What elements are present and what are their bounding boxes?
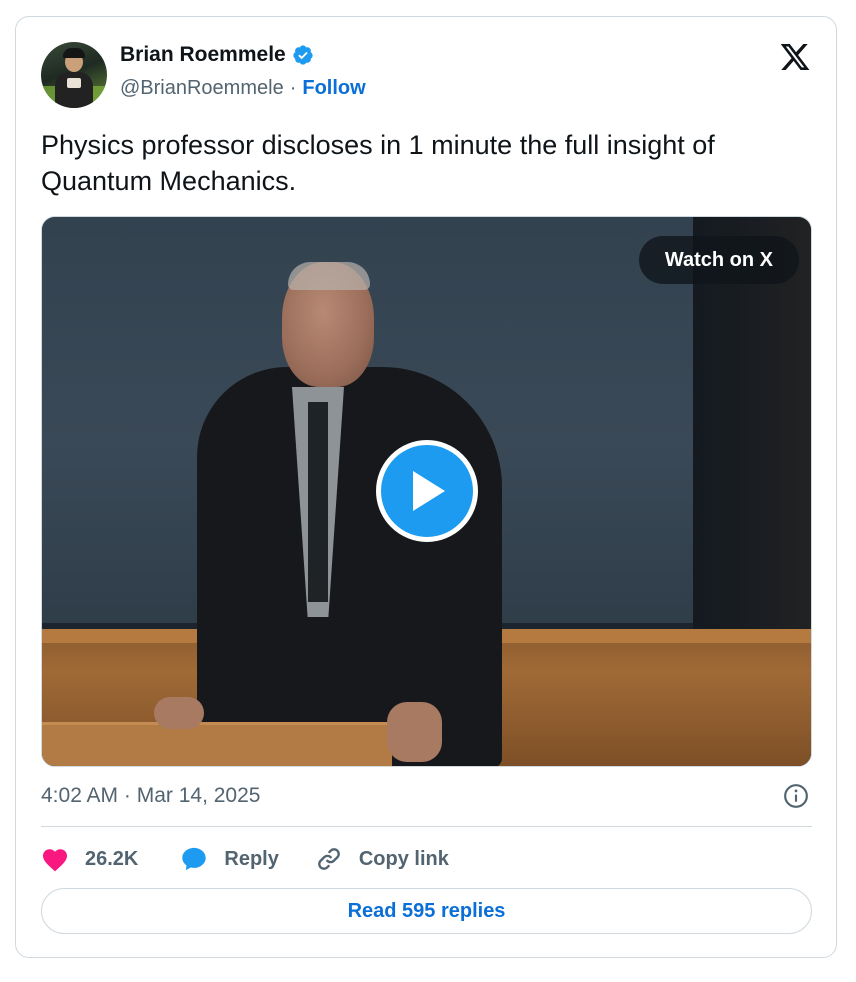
x-logo-icon[interactable] [778, 41, 812, 73]
author-name-row: Brian Roemmele [120, 43, 314, 67]
verified-badge-icon [293, 45, 313, 65]
avatar-hair [63, 48, 85, 58]
play-button[interactable] [376, 440, 478, 542]
like-button[interactable]: 26.2K [41, 846, 138, 872]
professor-right-hand [387, 702, 442, 762]
lectern [42, 722, 392, 766]
author-display-name[interactable]: Brian Roemmele [120, 43, 286, 67]
avatar[interactable] [41, 42, 107, 108]
copy-link-button[interactable]: Copy link [315, 845, 449, 873]
read-replies-button[interactable]: Read 595 replies [41, 888, 812, 934]
follow-button[interactable]: Follow [302, 77, 365, 100]
speech-bubble-icon [182, 847, 207, 871]
action-bar: 26.2K Reply Copy link [41, 841, 449, 877]
professor-jacket [197, 367, 502, 766]
author-handle-row: @BrianRoemmele · Follow [120, 77, 366, 100]
like-count: 26.2K [85, 847, 139, 870]
tweet-timestamp[interactable]: 4:02 AM · Mar 14, 2025 [41, 784, 260, 808]
heart-icon [42, 849, 68, 872]
copy-link-label: Copy link [358, 847, 449, 870]
tweet-text: Physics professor discloses in 1 minute … [41, 130, 715, 196]
reply-button[interactable]: Reply [180, 845, 279, 873]
tweet-embed-card: Brian Roemmele @BrianRoemmele · Follow P… [15, 16, 837, 958]
video-player[interactable]: Watch on X [41, 216, 812, 767]
watch-on-x-button[interactable]: Watch on X [638, 236, 799, 284]
reply-label: Reply [224, 847, 279, 870]
play-icon [413, 471, 445, 511]
professor-left-hand [154, 697, 204, 729]
professor-hair [288, 262, 370, 290]
link-icon [317, 848, 340, 870]
divider [41, 826, 812, 827]
professor-tie [308, 402, 328, 602]
author-handle[interactable]: @BrianRoemmele [120, 77, 284, 100]
info-icon[interactable] [783, 783, 809, 809]
avatar-object [67, 78, 81, 88]
separator-dot: · [289, 77, 297, 99]
